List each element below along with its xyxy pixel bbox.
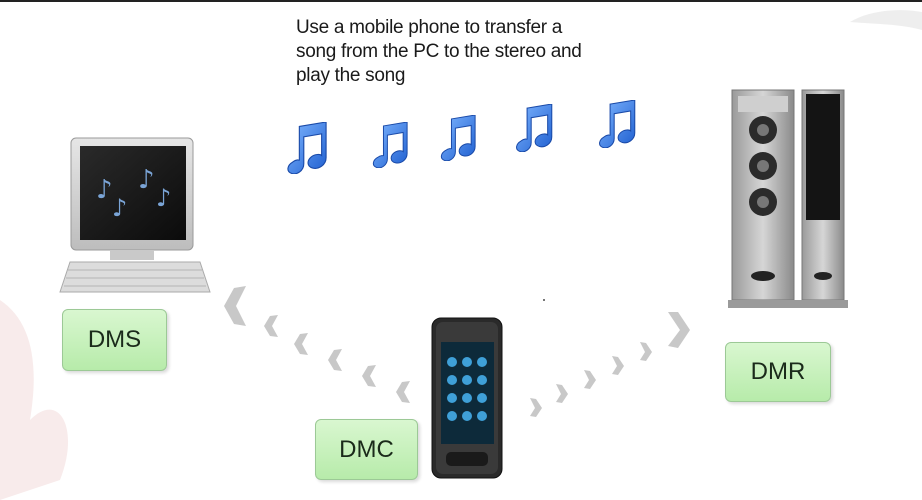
speaker-icon [728, 89, 848, 308]
dmc-label: DMC [315, 419, 418, 480]
music-note-icon [598, 100, 636, 148]
watermark-emblem-topright [850, 10, 922, 30]
dmr-label: DMR [725, 342, 831, 402]
computer-icon: ♪ ♪ ♪ ♪ [59, 137, 211, 293]
music-note-icon [515, 104, 553, 152]
svg-text:♪: ♪ [112, 194, 127, 222]
music-note-icon [287, 122, 327, 174]
stray-dot [543, 299, 545, 301]
chevron-right-icon [530, 312, 690, 417]
chevron-left-icon [224, 286, 410, 403]
dms-label: DMS [62, 309, 167, 371]
svg-text:♪: ♪ [96, 175, 113, 205]
music-note-icon [440, 115, 476, 161]
music-note-icon [372, 122, 408, 168]
diagram-graphics: ♪ ♪ ♪ ♪ [0, 10, 922, 500]
mobile-phone-icon [431, 317, 503, 479]
watermark-emblem-left [0, 300, 69, 500]
svg-text:♪: ♪ [156, 184, 171, 212]
svg-text:♪: ♪ [138, 165, 155, 195]
